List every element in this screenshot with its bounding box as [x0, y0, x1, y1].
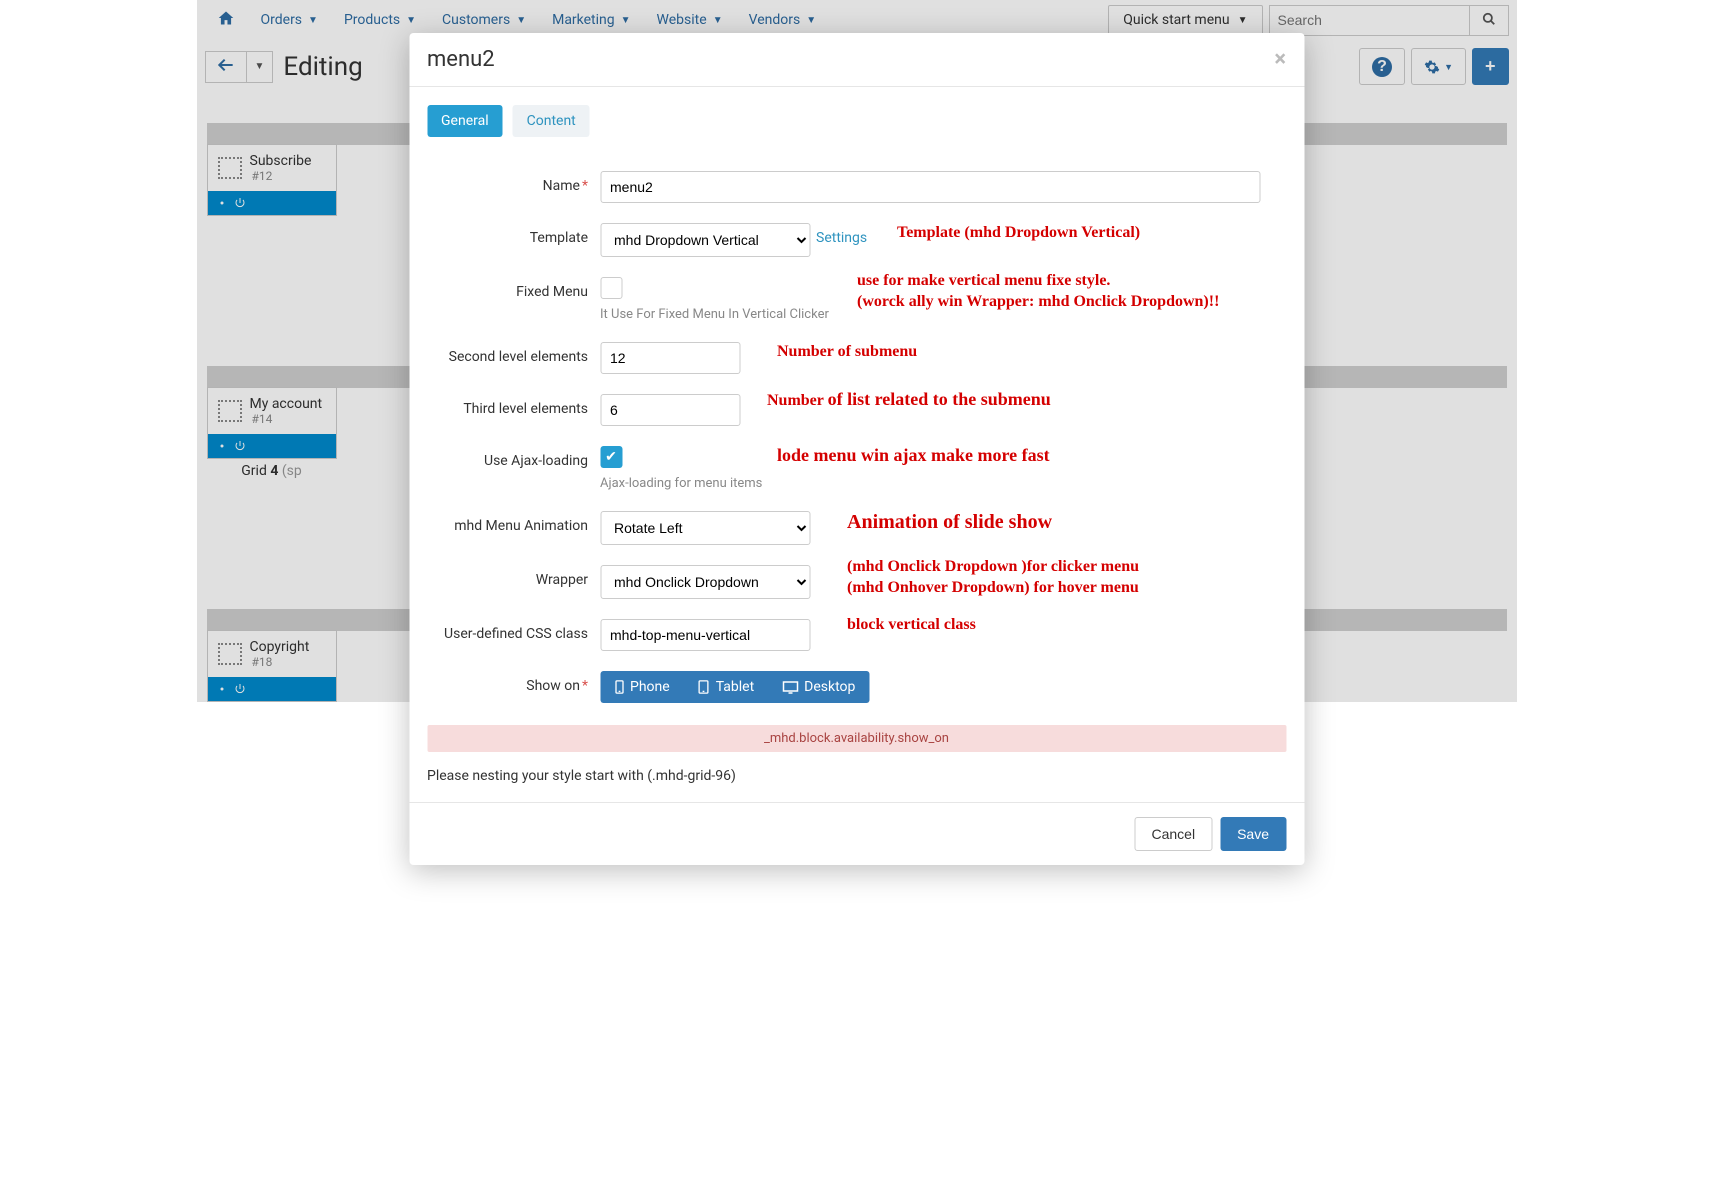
label-css: User-defined CSS class — [427, 619, 600, 642]
annotation: block vertical class — [847, 615, 976, 636]
modal-title: menu2 — [427, 47, 495, 72]
showon-phone[interactable]: Phone — [600, 671, 684, 703]
second-level-input[interactable] — [600, 342, 740, 374]
annotation: (mhd Onclick Dropdown )for clicker menu(… — [847, 557, 1139, 599]
annotation: Animation of slide show — [847, 509, 1052, 535]
close-icon[interactable]: × — [1274, 47, 1286, 72]
tab-general[interactable]: General — [427, 105, 503, 137]
label-template: Template — [427, 223, 600, 246]
help-fixed: It Use For Fixed Menu In Vertical Clicke… — [600, 307, 829, 322]
template-select[interactable]: mhd Dropdown Vertical — [600, 223, 810, 257]
third-level-input[interactable] — [600, 394, 740, 426]
label-second: Second level elements — [427, 342, 600, 365]
tablet-icon — [698, 680, 710, 694]
cancel-button[interactable]: Cancel — [1134, 817, 1212, 851]
name-input[interactable] — [600, 171, 1260, 203]
wrapper-select[interactable]: mhd Onclick Dropdown — [600, 565, 810, 599]
phone-icon — [614, 680, 624, 694]
help-ajax: Ajax-loading for menu items — [600, 476, 762, 491]
tab-content[interactable]: Content — [513, 105, 590, 137]
settings-link[interactable]: Settings — [816, 223, 867, 246]
save-button[interactable]: Save — [1220, 817, 1286, 851]
showon-desktop[interactable]: Desktop — [768, 671, 869, 703]
label-fixed: Fixed Menu — [427, 277, 600, 300]
label-showon: Show on* — [427, 671, 600, 694]
annotation: Number of list related to the submenu — [767, 388, 1051, 412]
annotation: Template (mhd Dropdown Vertical) — [897, 223, 1140, 244]
label-name: Name* — [427, 171, 600, 194]
nesting-note: Please nesting your style start with (.m… — [427, 768, 1286, 784]
fixed-menu-checkbox[interactable] — [600, 277, 622, 299]
ajax-checkbox[interactable]: ✔ — [600, 446, 622, 468]
css-class-input[interactable] — [600, 619, 810, 651]
label-third: Third level elements — [427, 394, 600, 417]
label-ajax: Use Ajax-loading — [427, 446, 600, 469]
animation-select[interactable]: Rotate Left — [600, 511, 810, 545]
label-anim: mhd Menu Animation — [427, 511, 600, 534]
modal: menu2 × General Content Name* Template m… — [409, 33, 1304, 865]
label-wrapper: Wrapper — [427, 565, 600, 588]
annotation: Number of submenu — [777, 342, 917, 363]
annotation: lode menu win ajax make more fast — [777, 444, 1050, 467]
desktop-icon — [782, 681, 798, 694]
showon-tablet[interactable]: Tablet — [684, 671, 768, 703]
availability-banner: _mhd.block.availability.show_on — [427, 725, 1286, 752]
annotation: use for make vertical menu fixe style.(w… — [857, 271, 1219, 313]
